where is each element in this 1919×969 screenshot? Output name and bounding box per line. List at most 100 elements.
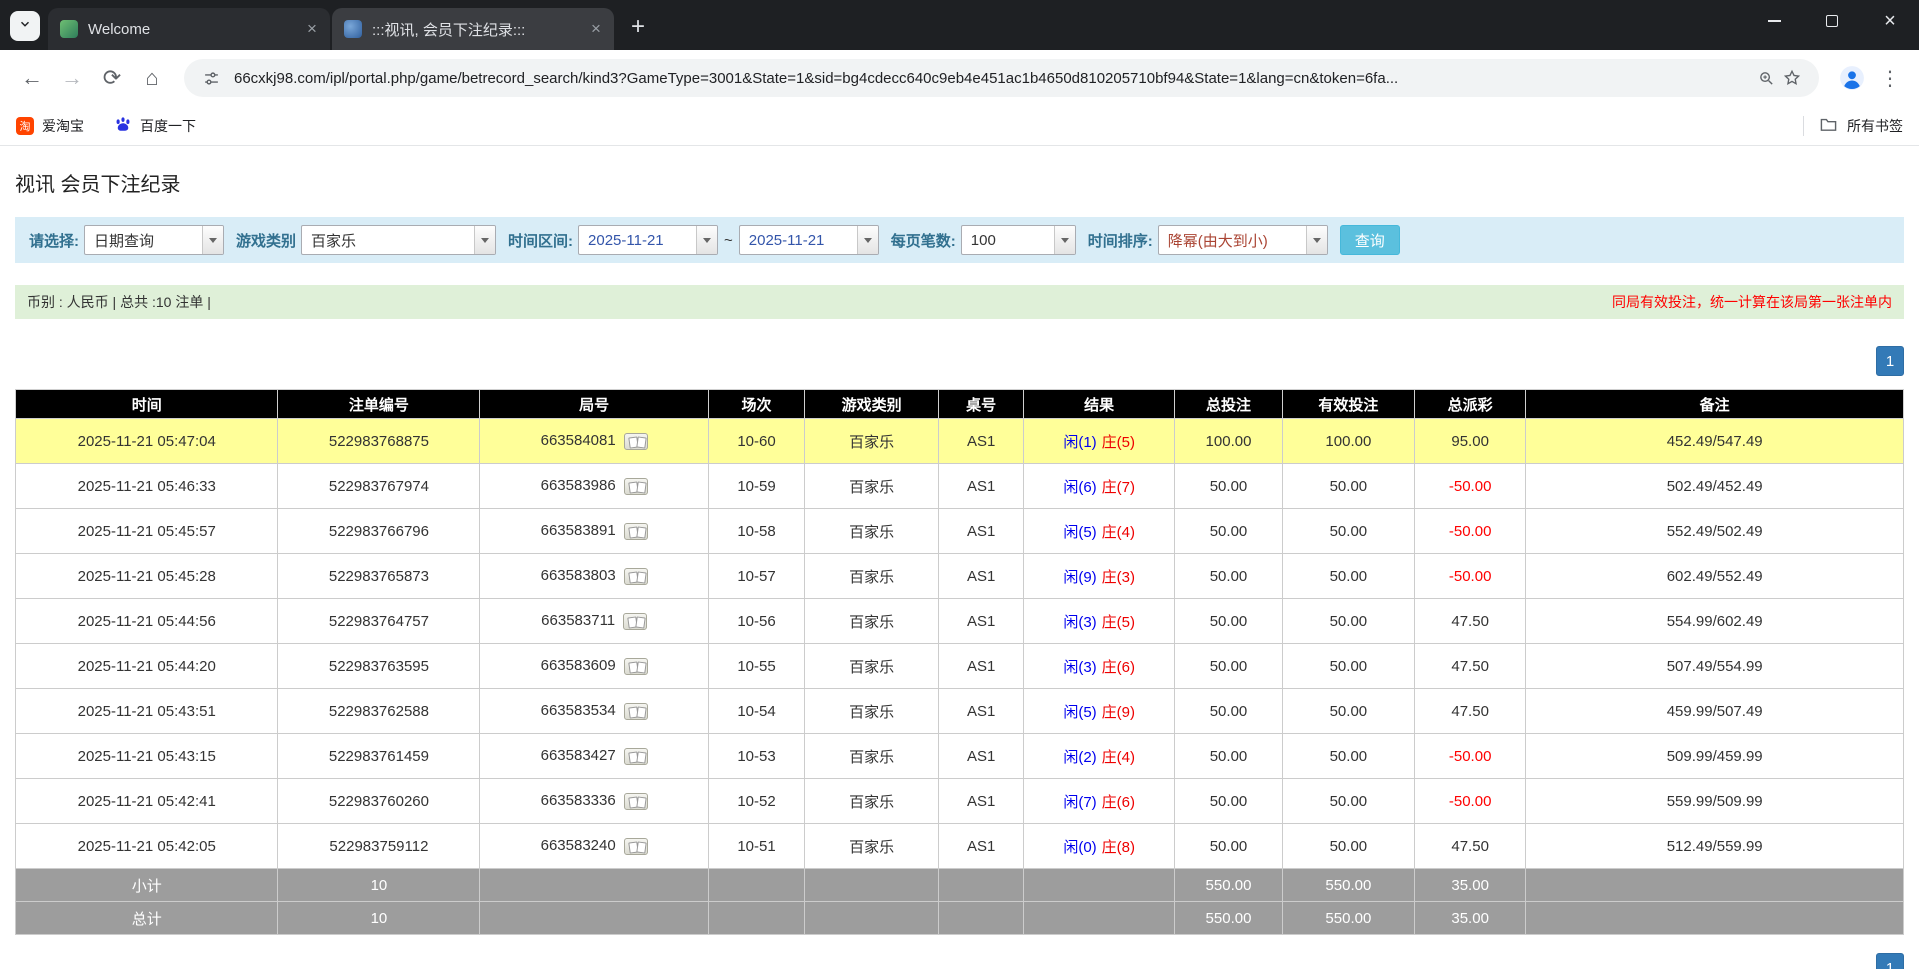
view-cards-icon[interactable] [624, 478, 648, 495]
browser-tab-welcome[interactable]: Welcome × [48, 8, 330, 50]
cell-round-id: 663584081 [480, 419, 708, 464]
cell-total-bet-link[interactable]: 50.00 [1175, 644, 1283, 689]
header-result: 结果 [1024, 390, 1175, 419]
total-count: 10 [278, 902, 480, 935]
tab-favicon [344, 20, 362, 38]
date-to-select[interactable]: 2025-11-21 [739, 225, 879, 255]
header-valid-bet: 有效投注 [1282, 390, 1414, 419]
subtotal-label: 小计 [16, 869, 278, 902]
zoom-icon[interactable] [1753, 65, 1779, 91]
player-result: 闲(1) [1063, 434, 1096, 451]
address-bar[interactable]: 66cxkj98.com/ipl/portal.php/game/betreco… [184, 59, 1819, 97]
forward-button[interactable]: → [52, 58, 92, 98]
bookmark-label: 爱淘宝 [42, 116, 84, 136]
page-1-button[interactable]: 1 [1876, 346, 1904, 376]
site-info-icon[interactable] [198, 65, 224, 91]
close-button[interactable]: × [1861, 0, 1919, 42]
view-cards-icon[interactable] [624, 793, 648, 810]
cell-game-type: 百家乐 [805, 779, 939, 824]
cell-table-no: AS1 [939, 509, 1024, 554]
view-cards-icon[interactable] [624, 748, 648, 765]
all-bookmarks-button[interactable]: 所有书签 [1803, 116, 1903, 136]
home-button[interactable]: ⌂ [132, 58, 172, 98]
sort-order-select[interactable]: 降幂(由大到小) [1158, 225, 1328, 255]
cell-bet-id: 522983762588 [278, 689, 480, 734]
cell-table-no: AS1 [939, 824, 1024, 869]
cell-total-bet-link[interactable]: 50.00 [1175, 509, 1283, 554]
profile-avatar[interactable] [1835, 61, 1869, 95]
reload-button[interactable]: ⟳ [92, 58, 132, 98]
cell-total-bet-link[interactable]: 50.00 [1175, 599, 1283, 644]
total-payout: 35.00 [1414, 902, 1525, 935]
cell-total-bet-link[interactable]: 50.00 [1175, 554, 1283, 599]
cell-game-type: 百家乐 [805, 554, 939, 599]
back-button[interactable]: ← [12, 58, 52, 98]
page-1-button[interactable]: 1 [1876, 953, 1904, 969]
cell-valid-bet: 50.00 [1282, 599, 1414, 644]
cell-round-id: 663583986 [480, 464, 708, 509]
cell-result: 闲(9)庄(3) [1024, 554, 1175, 599]
tab-close-icon[interactable]: × [586, 19, 606, 39]
cell-total-bet-link[interactable]: 50.00 [1175, 734, 1283, 779]
player-result: 闲(9) [1063, 569, 1096, 586]
cell-total-bet-link[interactable]: 50.00 [1175, 689, 1283, 734]
page-size-select[interactable]: 100 [961, 225, 1076, 255]
round-id-text: 663583534 [541, 702, 616, 719]
cell-total-bet-link[interactable]: 50.00 [1175, 464, 1283, 509]
bookmark-baidu[interactable]: 百度一下 [114, 115, 196, 136]
view-cards-icon[interactable] [624, 838, 648, 855]
view-cards-icon[interactable] [623, 613, 647, 630]
banker-result: 庄(5) [1102, 434, 1135, 451]
cell-game-type: 百家乐 [805, 689, 939, 734]
game-type-label: 游戏类别 [236, 230, 296, 251]
table-row: 2025-11-21 05:45:57 522983766796 6635838… [16, 509, 1904, 554]
game-type-select[interactable]: 百家乐 [301, 225, 496, 255]
cell-payout: -50.00 [1414, 464, 1525, 509]
url-text: 66cxkj98.com/ipl/portal.php/game/betreco… [234, 70, 1743, 87]
maximize-button[interactable] [1803, 0, 1861, 42]
search-button[interactable]: 查询 [1340, 225, 1400, 255]
view-cards-icon[interactable] [624, 523, 648, 540]
cell-payout: -50.00 [1414, 779, 1525, 824]
cell-time: 2025-11-21 05:43:51 [16, 689, 278, 734]
cell-time: 2025-11-21 05:42:05 [16, 824, 278, 869]
page-size-label: 每页笔数: [891, 230, 956, 251]
view-cards-icon[interactable] [624, 658, 648, 675]
round-id-text: 663583986 [541, 477, 616, 494]
bookmark-star-icon[interactable] [1779, 65, 1805, 91]
date-from-select[interactable]: 2025-11-21 [578, 225, 718, 255]
bet-rows: 2025-11-21 05:47:04 522983768875 6635840… [16, 419, 1904, 869]
banker-result: 庄(7) [1102, 479, 1135, 496]
cell-total-bet-link[interactable]: 50.00 [1175, 824, 1283, 869]
view-cards-icon[interactable] [624, 433, 648, 450]
player-result: 闲(5) [1063, 704, 1096, 721]
cell-result: 闲(3)庄(5) [1024, 599, 1175, 644]
new-tab-button[interactable]: + [622, 11, 654, 43]
player-result: 闲(3) [1063, 659, 1096, 676]
cell-valid-bet: 50.00 [1282, 509, 1414, 554]
tab-strip: Welcome × :::视讯, 会员下注纪录::: × + × [0, 0, 1919, 50]
header-bet-id: 注单编号 [278, 390, 480, 419]
minimize-button[interactable] [1745, 0, 1803, 42]
cell-table-no: AS1 [939, 599, 1024, 644]
view-cards-icon[interactable] [624, 568, 648, 585]
subtotal-count: 10 [278, 869, 480, 902]
cell-result: 闲(5)庄(9) [1024, 689, 1175, 734]
bookmark-taobao[interactable]: 淘 爱淘宝 [16, 116, 84, 136]
query-type-select[interactable]: 日期查询 [84, 225, 224, 255]
cell-total-bet-link[interactable]: 50.00 [1175, 779, 1283, 824]
bet-records-table: 时间 注单编号 局号 场次 游戏类别 桌号 结果 总投注 有效投注 总派彩 备注… [15, 389, 1904, 935]
tab-close-icon[interactable]: × [302, 19, 322, 39]
tab-search-button[interactable] [10, 11, 40, 41]
cell-bet-id: 522983760260 [278, 779, 480, 824]
cell-total-bet-link[interactable]: 100.00 [1175, 419, 1283, 464]
browser-tab-betrecord[interactable]: :::视讯, 会员下注纪录::: × [332, 8, 614, 50]
cell-bet-id: 522983765873 [278, 554, 480, 599]
browser-menu-icon[interactable]: ⋮ [1873, 61, 1907, 95]
cell-session: 10-59 [708, 464, 804, 509]
view-cards-icon[interactable] [624, 703, 648, 720]
cell-game-type: 百家乐 [805, 419, 939, 464]
cell-round-id: 663583891 [480, 509, 708, 554]
select-type-label: 请选择: [29, 230, 79, 251]
table-row: 2025-11-21 05:46:33 522983767974 6635839… [16, 464, 1904, 509]
